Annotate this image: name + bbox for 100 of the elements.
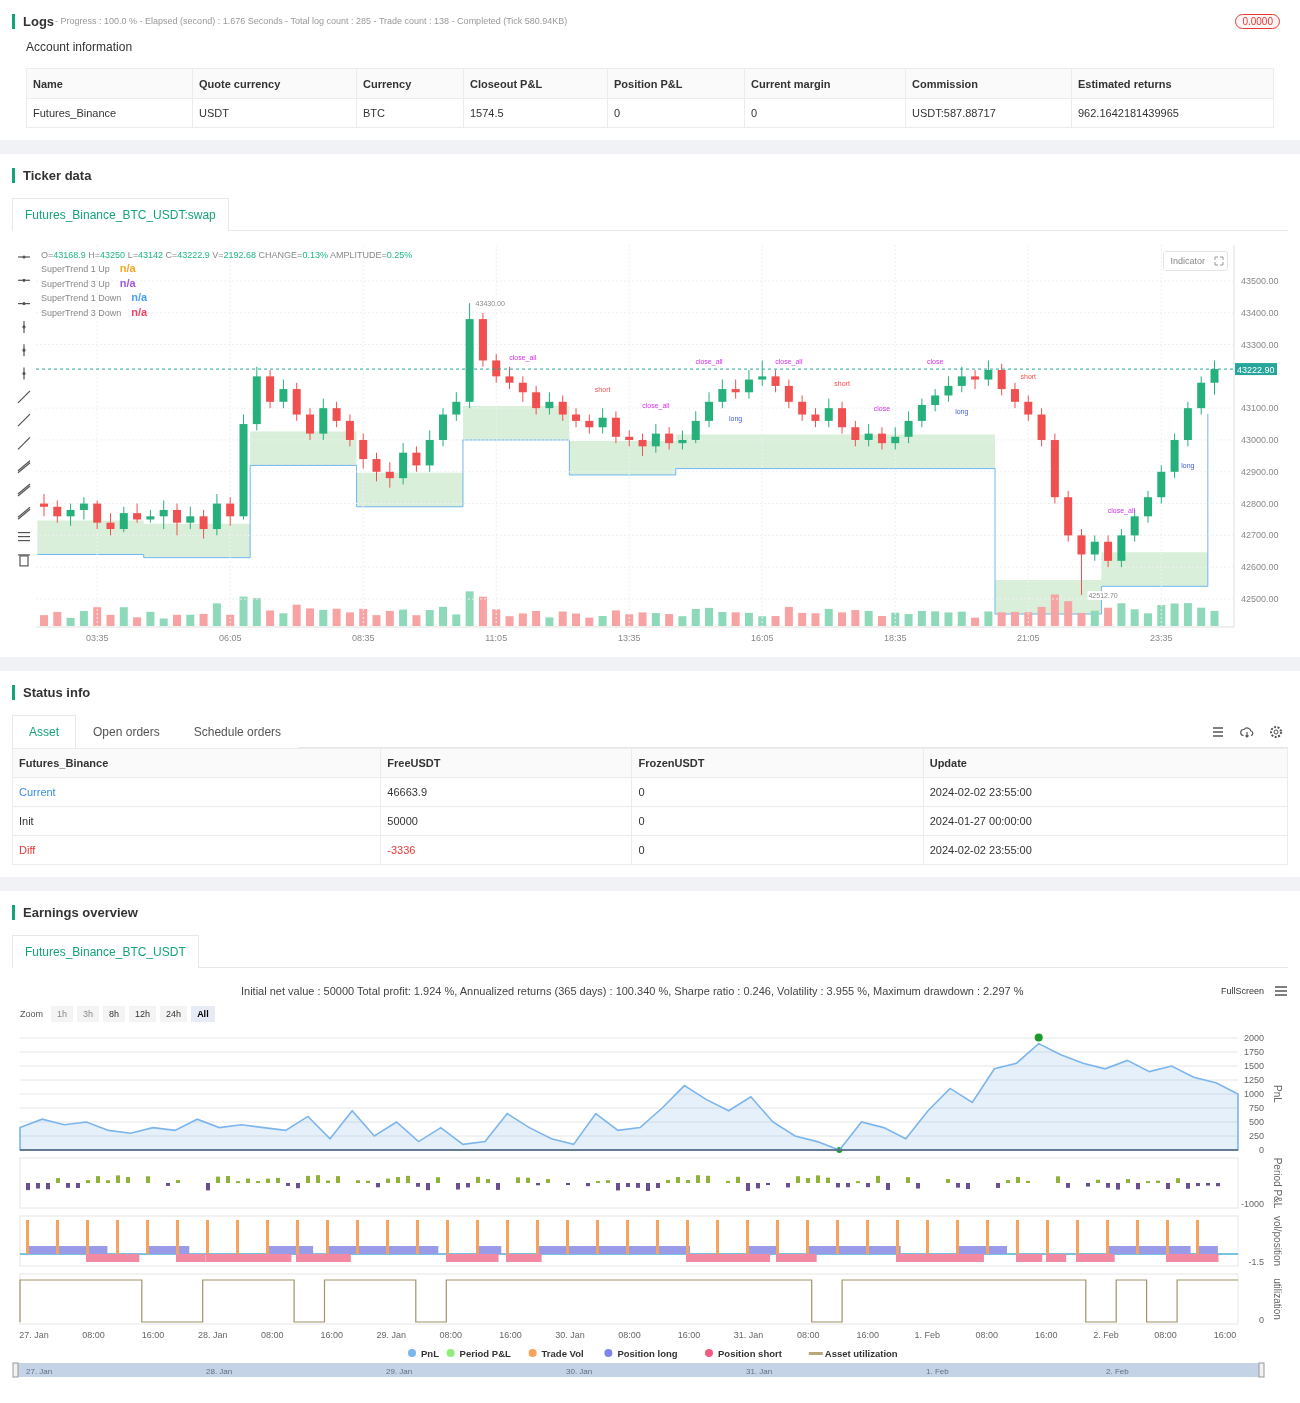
axis-label: 43300.00 — [1241, 339, 1279, 350]
column-header: Estimated returns — [1071, 68, 1274, 99]
axis-title: Period P&L — [1272, 1157, 1283, 1209]
axis-label: 11:05 — [485, 633, 508, 643]
navigator-label: 27. Jan — [26, 1366, 53, 1376]
navigator-label: 30. Jan — [566, 1366, 593, 1376]
axis-title: vol/position — [1272, 1216, 1283, 1266]
axis-label: 16:00 — [856, 1330, 879, 1340]
ohlc-value: 43142 — [137, 250, 163, 260]
axis-label: 16:00 — [1035, 1330, 1058, 1340]
table-cell: 1574.5 — [463, 98, 608, 128]
axis-label: 23:35 — [1150, 633, 1173, 643]
section-title: Ticker data — [23, 167, 92, 183]
navigator-label: 31. Jan — [746, 1366, 773, 1376]
axis-label: 16:00 — [320, 1330, 343, 1340]
axis-label: 08:00 — [260, 1330, 284, 1340]
table-cell: 0 — [631, 777, 924, 807]
axis-label: 16:00 — [1213, 1330, 1237, 1340]
axis-label: 1. Feb — [914, 1330, 940, 1340]
ohlc-label: AMPLITUDE= — [329, 250, 387, 260]
navigator-label: 1. Feb — [926, 1366, 949, 1376]
summary-text: Initial net value : 50000 Total profit: 1.924 %, Annualized returns (365 days) : 100.340 %, Sharpe ratio : 0.246, Volatility : 3.955 %, Maximum drawdown : 2.297 % — [241, 985, 1024, 997]
axis-label: 21:05 — [1017, 633, 1040, 643]
table-cell: 2024-01-27 00:00:00 — [923, 806, 1288, 836]
axis-label: 16:00 — [677, 1330, 701, 1340]
ohlc-label: L= — [127, 250, 138, 260]
column-header: Currency — [356, 68, 464, 99]
column-header: Commission — [905, 68, 1072, 99]
table-cell: Init — [12, 806, 381, 836]
axis-label: 42900.00 — [1241, 466, 1279, 477]
column-header: Position P&L — [607, 68, 745, 99]
ohlc-value: 0.13% — [302, 250, 328, 260]
axis-title: PnL — [1272, 1085, 1283, 1103]
axis-label: 43400.00 — [1241, 307, 1279, 318]
ohlc-label: O= — [41, 250, 54, 260]
table-cell: Diff — [12, 835, 381, 865]
column-header: Futures_Binance — [12, 748, 381, 778]
ohlc-label: V= — [212, 250, 224, 260]
table-cell: -3336 — [380, 835, 632, 865]
ohlc-value: 2192.68 — [223, 250, 257, 260]
table-cell: USDT:587.88717 — [905, 98, 1072, 128]
column-header: FreeUSDT — [380, 748, 632, 778]
legend-value: n/a — [119, 276, 136, 289]
axis-label: 08:00 — [618, 1330, 641, 1340]
column-header: Name — [26, 68, 193, 99]
ohlc-value: 0.25% — [386, 250, 413, 260]
axis-label: 43500.00 — [1241, 275, 1279, 286]
table-cell: 2024-02-02 23:55:00 — [923, 777, 1288, 807]
axis-label: 16:00 — [141, 1330, 165, 1340]
axis-label: 42500.00 — [1241, 594, 1279, 604]
axis-label: 750 — [1248, 1103, 1264, 1113]
table-cell: 0 — [607, 98, 745, 128]
table-cell: Futures_Binance — [26, 98, 193, 128]
axis-label: 1000 — [1243, 1089, 1264, 1099]
legend-value: n/a — [131, 305, 148, 318]
axis-title: utilization — [1272, 1278, 1283, 1320]
table-cell: 0 — [744, 98, 906, 128]
table-cell: 50000 — [380, 806, 632, 836]
column-header: Quote currency — [192, 68, 357, 99]
axis-label: 27. Jan — [19, 1330, 49, 1340]
axis-label: 03:35 — [85, 633, 109, 643]
legend-value: n/a — [119, 262, 136, 275]
axis-label: 250 — [1248, 1131, 1264, 1141]
section-title: Logs — [23, 13, 55, 29]
column-header: Current margin — [744, 68, 906, 99]
legend-label: SuperTrend 3 Up — [41, 278, 110, 289]
log-summary: - Progress : 100.0 % - Elapsed (second) : 1.676 Seconds - Total log count : 285 - Trade count : 138 - Completed (Tick 580.94KB) — [55, 16, 568, 26]
axis-label: 43100.00 — [1241, 403, 1279, 414]
navigator-label: 29. Jan — [386, 1366, 413, 1376]
axis-label: 18:35 — [884, 633, 907, 643]
navigator-label: 28. Jan — [206, 1366, 233, 1376]
ohlc-value: 43168.9 — [53, 250, 86, 260]
axis-label: 30. Jan — [555, 1330, 585, 1340]
legend-value: n/a — [131, 291, 148, 304]
table-cell: 2024-02-02 23:55:00 — [923, 835, 1288, 865]
axis-label: 2. Feb — [1093, 1330, 1119, 1340]
table-cell: USDT — [192, 98, 357, 128]
axis-label: 1500 — [1243, 1061, 1264, 1071]
axis-label: 06:05 — [218, 633, 242, 643]
status-badge: 0.0000 — [1235, 13, 1280, 29]
axis-label: 42800.00 — [1241, 498, 1279, 509]
axis-label: 1250 — [1243, 1075, 1264, 1085]
ohlc-label: H= — [88, 250, 101, 260]
subsection-title: Account information — [26, 40, 134, 54]
axis-label: 08:00 — [439, 1330, 463, 1340]
legend-label: SuperTrend 1 Down — [41, 293, 122, 304]
ohlc-label: CHANGE= — [258, 250, 303, 260]
ohlc-value: 43250 — [100, 250, 126, 260]
section-title: Status info — [23, 684, 91, 700]
table-cell: BTC — [356, 98, 464, 128]
axis-label: 08:00 — [82, 1330, 105, 1340]
legend-label: SuperTrend 1 Up — [41, 264, 110, 275]
axis-label: 0 — [1259, 1145, 1264, 1155]
axis-label: 42600.00 — [1241, 562, 1279, 573]
axis-label: 13:35 — [617, 633, 641, 643]
axis-label: -1.5 — [1248, 1257, 1264, 1267]
axis-label: 16:00 — [499, 1330, 522, 1340]
axis-label: 08:00 — [1154, 1330, 1177, 1340]
section-title: Earnings overview — [23, 904, 138, 920]
axis-label: -1000 — [1240, 1199, 1264, 1209]
